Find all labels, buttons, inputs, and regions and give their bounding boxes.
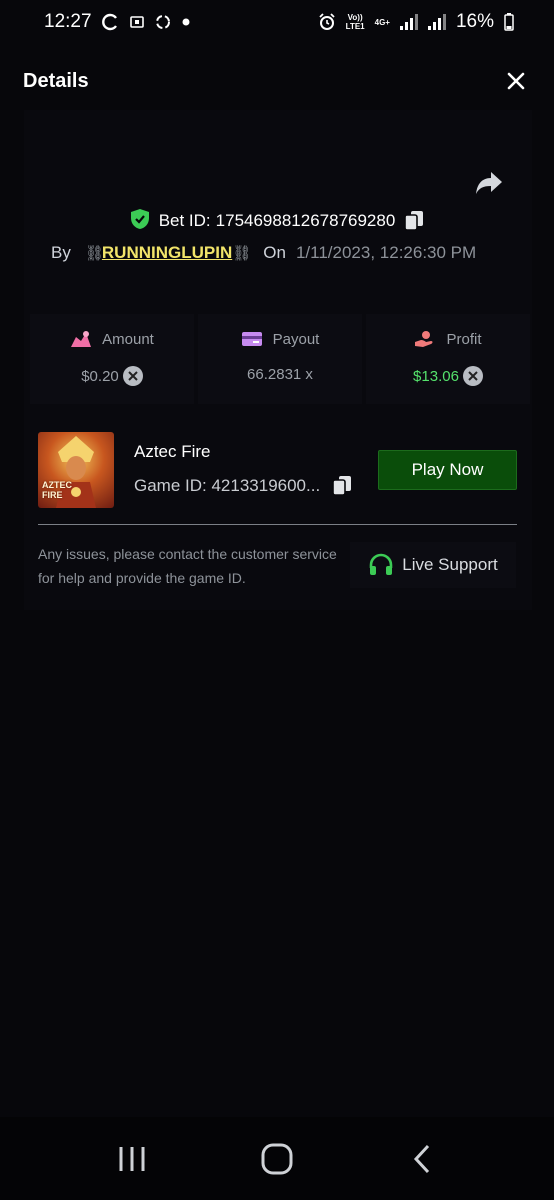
stat-payout: Payout 66.2831 x (198, 314, 362, 404)
recents-icon (119, 1146, 145, 1171)
status-right: Vo)) LTE1 4G+ 16% (318, 11, 514, 33)
thumb-line2: FIRE (42, 490, 63, 500)
game-thumbnail-text: AZTEC FIRE (42, 480, 72, 500)
profit-hand-icon (415, 331, 433, 347)
game-thumbnail[interactable]: AZTEC FIRE (38, 432, 114, 508)
payout-value: 66.2831 x (247, 366, 313, 383)
system-nav-bar (0, 1117, 554, 1200)
on-label: On (263, 243, 286, 262)
amount-label: Amount (102, 330, 154, 348)
currency-x-icon (122, 366, 143, 386)
username-link[interactable]: RUNNINGLUPIN (102, 243, 232, 263)
play-now-button[interactable]: Play Now (378, 450, 517, 490)
copy-game-id-button[interactable] (332, 475, 352, 497)
status-left: 12:27 (44, 11, 190, 33)
chain-left: ⛓ (84, 245, 104, 262)
notification-app-icon (129, 15, 144, 29)
payout-label-row: Payout (241, 330, 320, 348)
game-row: AZTEC FIRE Aztec Fire Game ID: 421331960… (38, 432, 518, 508)
home-button[interactable] (247, 1129, 307, 1189)
by-label: By (51, 243, 71, 262)
copy-bet-id-button[interactable] (404, 210, 424, 232)
profit-label-row: Profit (414, 330, 482, 348)
payout-card-icon (241, 332, 262, 346)
sync-icon (101, 13, 120, 31)
thumb-line1: AZTEC (42, 480, 72, 490)
status-bar: 12:27 Vo)) LTE1 4G+ 16% (0, 0, 554, 44)
stat-amount: Amount $0.20 (30, 314, 194, 404)
help-text: Any issues, please contact the customer … (38, 546, 337, 586)
network-type: 4G+ (374, 17, 390, 27)
stat-profit: Profit $13.06 (366, 314, 530, 404)
headset-icon (369, 553, 393, 575)
header: Details (0, 58, 554, 104)
live-support-label: Live Support (402, 555, 498, 574)
network-top: Vo)) (347, 13, 363, 22)
game-id-row: Game ID: 4213319600... (134, 475, 352, 497)
network-bottom: LTE1 (345, 22, 365, 31)
copy-icon (404, 211, 424, 231)
share-button[interactable] (474, 170, 504, 196)
divider (38, 524, 517, 525)
currency-x-icon (462, 366, 483, 386)
network-label: Vo)) LTE1 (346, 13, 365, 31)
bet-id-label: Bet ID: (158, 211, 211, 230)
home-icon (261, 1143, 293, 1174)
amount-value: $0.20 (81, 367, 119, 385)
share-icon (476, 172, 502, 194)
dot-icon (182, 18, 190, 26)
recycle-icon (154, 13, 172, 31)
chain-right: ⛓ (232, 245, 251, 262)
close-button[interactable] (504, 69, 528, 93)
profit-value: $13.06 (413, 367, 459, 385)
amount-label-row: Amount (70, 330, 154, 348)
battery-icon (504, 13, 514, 31)
close-icon (507, 72, 525, 90)
by-row: By ⛓ RUNNINGLUPIN ⛓ On 1/11/2023, 12:26:… (51, 240, 476, 266)
live-support-button[interactable]: Live Support (350, 542, 516, 588)
back-button[interactable] (392, 1129, 452, 1189)
signal-icon (399, 14, 418, 30)
alarm-icon (318, 13, 336, 31)
amount-value-row: $0.20 (81, 366, 143, 386)
amount-icon (71, 331, 92, 347)
signal-2-icon (427, 14, 446, 30)
page-title: Details (23, 69, 89, 92)
battery-percent: 16% (455, 11, 494, 32)
shield-check-icon (130, 208, 150, 235)
copy-icon (332, 476, 352, 496)
bet-id-row: Bet ID: 1754698812678769280 (0, 206, 554, 236)
stats-row: Amount $0.20 Payout 66.2831 x Profit $13… (30, 314, 530, 404)
bet-id-value: 1754698812678769280 (215, 211, 396, 230)
game-id: Game ID: 4213319600... (134, 476, 321, 495)
recents-button[interactable] (102, 1129, 162, 1189)
bet-date: 1/11/2023, 12:26:30 PM (295, 243, 477, 262)
status-time: 12:27 (44, 11, 92, 32)
back-icon (413, 1144, 429, 1173)
profit-label: Profit (446, 330, 482, 348)
game-name: Aztec Fire (134, 442, 211, 461)
payout-label: Payout (272, 330, 320, 348)
payout-value-row: 66.2831 x (247, 366, 313, 383)
profit-value-row: $13.06 (413, 366, 483, 386)
